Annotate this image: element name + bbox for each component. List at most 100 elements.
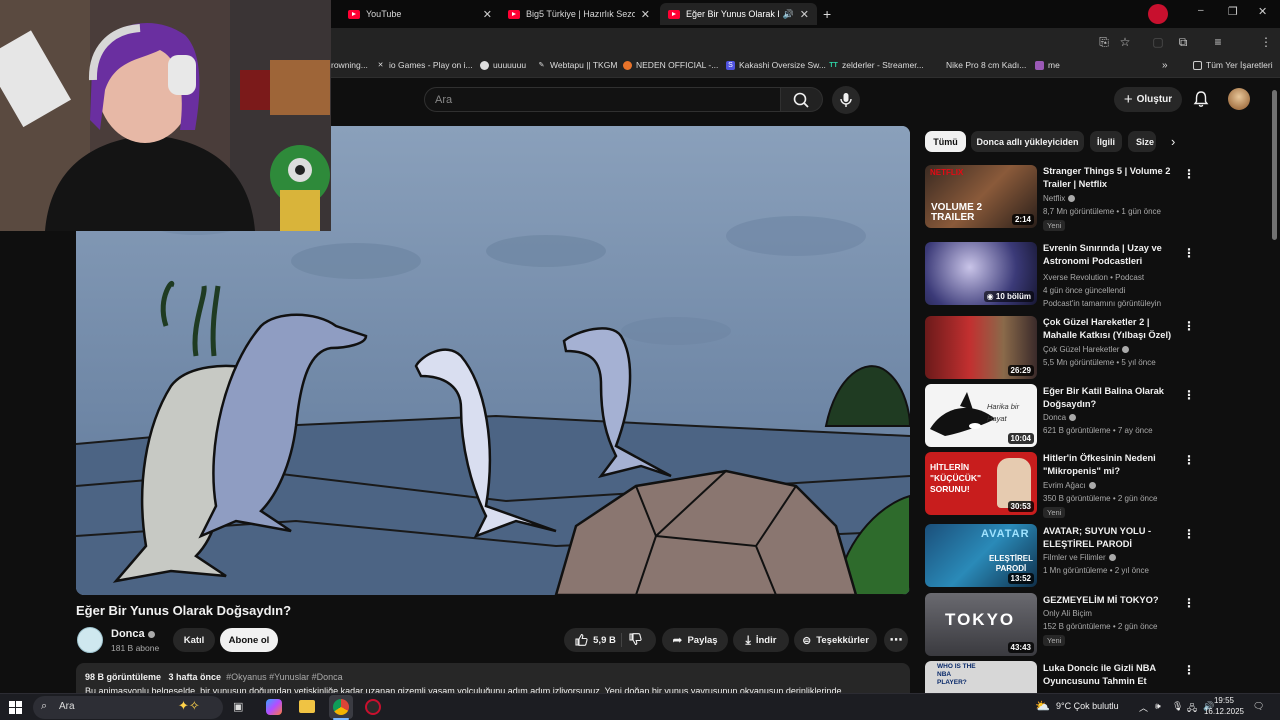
bookmark-item[interactable]: rowning... xyxy=(331,60,368,70)
bookmark-item[interactable]: uuuuuuu xyxy=(480,60,526,70)
video-thumbnail[interactable]: WHO IS THE NBA PLAYER? xyxy=(925,661,1037,693)
extensions-puzzle-icon[interactable]: ⧉ xyxy=(1175,34,1191,50)
video-thumbnail[interactable]: NETFLIX VOLUME 2 TRAILER 2:14 xyxy=(925,165,1037,228)
download-button[interactable]: ⤓ İndir xyxy=(733,628,789,652)
bookmark-item[interactable]: Nike Pro 8 cm Kadı... xyxy=(946,60,1026,70)
chip-from-uploader[interactable]: Donca adlı yükleyiciden xyxy=(971,131,1084,152)
notifications-bell-icon[interactable] xyxy=(1192,90,1210,108)
chip-related[interactable]: İlgili xyxy=(1090,131,1122,152)
subscribe-button[interactable]: Abone ol xyxy=(220,628,278,652)
recommendation-item[interactable]: ◉ 10 bölüm Evrenin Sınırında | Uzay ve A… xyxy=(925,242,1265,308)
more-vertical-icon[interactable]: ⋮ xyxy=(1183,596,1195,610)
account-avatar[interactable] xyxy=(1228,88,1250,110)
view-full-podcast-link[interactable]: Podcast'in tamamını görüntüleyin xyxy=(1043,299,1161,308)
all-bookmarks-folder[interactable]: Tüm Yer İşaretleri xyxy=(1193,60,1273,70)
file-explorer-icon[interactable] xyxy=(299,700,315,713)
more-vertical-icon[interactable]: ⋮ xyxy=(1183,167,1195,181)
network-icon[interactable]: 🖧 xyxy=(1187,701,1197,717)
weather-text[interactable]: 9°C Çok bulutlu xyxy=(1056,701,1119,711)
video-thumbnail[interactable]: HİTLERİN "KÜÇÜCÜK" SORUNU! 30:53 xyxy=(925,452,1037,515)
extension-disabled-icon[interactable]: ▢ xyxy=(1150,34,1166,50)
bookmark-item[interactable]: S Kakashi Oversize Sw... xyxy=(726,60,826,70)
close-tab-icon[interactable]: ✕ xyxy=(483,8,492,21)
video-title: Eğer Bir Katil Balina Olarak Doğsaydın? xyxy=(1043,386,1164,409)
clock-date[interactable]: 16.12.2025 xyxy=(1203,707,1245,716)
bookmark-star-icon[interactable]: ☆ xyxy=(1117,34,1133,50)
bookmark-item[interactable]: ✎ Webtapu || TKGM xyxy=(537,60,618,70)
more-vertical-icon[interactable]: ⋮ xyxy=(1183,663,1195,677)
recommendation-item[interactable]: NETFLIX VOLUME 2 TRAILER 2:14 Stranger T… xyxy=(925,165,1265,231)
close-window-icon[interactable]: ✕ xyxy=(1258,5,1267,18)
more-actions-button[interactable]: ⋯ xyxy=(884,628,908,652)
copilot-icon[interactable] xyxy=(266,699,282,715)
close-tab-icon[interactable]: ✕ xyxy=(800,8,809,21)
video-thumbnail[interactable]: TOKYO 43:43 xyxy=(925,593,1037,656)
video-channel: Çok Güzel Hareketler xyxy=(1043,345,1130,354)
obs-app-icon[interactable] xyxy=(365,699,381,715)
bookmark-item[interactable]: NEDEN OFFICIAL -... xyxy=(623,60,718,70)
voice-search-button[interactable] xyxy=(832,86,860,114)
channel-name[interactable]: Donca xyxy=(111,628,155,640)
recommendation-item[interactable]: Harika bir Hayat 10:04 Eğer Bir Katil Ba… xyxy=(925,384,1265,448)
tab-youtube[interactable]: YouTube ✕ xyxy=(340,3,500,25)
browser-menu-icon[interactable]: ⋮ xyxy=(1258,34,1274,50)
more-vertical-icon[interactable]: ⋮ xyxy=(1183,319,1195,333)
close-tab-icon[interactable]: ✕ xyxy=(641,8,650,21)
search-button[interactable] xyxy=(781,87,823,112)
extension-logo-icon[interactable] xyxy=(1148,4,1168,24)
recommendation-item[interactable]: TOKYO 43:43 GEZMEYELİM Mİ TOKYO? Only Al… xyxy=(925,593,1265,657)
podcast-thumbnail[interactable]: ◉ 10 bölüm xyxy=(925,242,1037,305)
windows-start-icon[interactable] xyxy=(9,701,22,714)
clock-time[interactable]: 19:55 xyxy=(1207,696,1241,705)
video-thumbnail[interactable]: AVATAR ELEŞTİREL PARODİ 13:52 xyxy=(925,524,1037,587)
create-button[interactable]: + Oluştur xyxy=(1114,87,1182,112)
microphone-tray-icon[interactable]: 🎙 xyxy=(1172,701,1183,712)
more-vertical-icon[interactable]: ⋮ xyxy=(1183,246,1195,260)
channel-avatar[interactable] xyxy=(77,627,103,653)
chrome-taskbar-button[interactable] xyxy=(329,695,353,719)
chip-all[interactable]: Tümü xyxy=(925,131,966,152)
chips-next-chevron-icon[interactable]: › xyxy=(1171,134,1175,149)
tab-current-video[interactable]: Eğer Bir Yunus Olarak Doğ 🔊 ✕ xyxy=(660,3,817,25)
subscriber-count: 181 B abone xyxy=(111,643,160,653)
podcast-icon: ◉ xyxy=(986,292,996,301)
weather-cloud-icon[interactable]: ⛅ xyxy=(1035,699,1050,713)
speaker-icon[interactable]: 🕪 xyxy=(1155,701,1161,712)
thanks-button[interactable]: ⊜ Teşekkürler xyxy=(794,628,877,652)
audio-playing-icon[interactable]: 🔊 xyxy=(783,9,794,20)
chip-for-you[interactable]: Size xyxy=(1128,131,1156,152)
tray-expand-icon[interactable]: ︿ xyxy=(1139,701,1148,714)
video-thumbnail[interactable]: 26:29 xyxy=(925,316,1037,379)
taskbar-search-label: Ara xyxy=(59,701,75,712)
task-view-icon[interactable]: ▣ xyxy=(233,700,243,713)
more-bookmarks-icon[interactable]: » xyxy=(1162,60,1168,71)
notifications-icon[interactable]: 🗨 xyxy=(1253,701,1264,712)
restore-window-icon[interactable]: ❐ xyxy=(1228,5,1238,18)
video-thumbnail[interactable]: Harika bir Hayat 10:04 xyxy=(925,384,1037,447)
bookmark-label: me xyxy=(1048,60,1060,70)
tab-big5[interactable]: Big5 Türkiye | Hazırlık Sezonu - ✕ xyxy=(500,3,658,25)
recommendation-item[interactable]: 26:29 Çok Güzel Hareketler 2 | Mahalle K… xyxy=(925,316,1265,380)
channel-text: Evrim Ağacı xyxy=(1043,481,1086,490)
dislike-button[interactable] xyxy=(628,632,646,648)
share-button[interactable]: ➦ Paylaş xyxy=(662,628,728,652)
join-button[interactable]: Katıl xyxy=(173,628,215,652)
taskbar-search-box[interactable]: ⌕ Ara ✦✧ xyxy=(33,696,223,719)
search-input[interactable]: Ara xyxy=(424,87,781,112)
new-tab-button[interactable]: + xyxy=(823,6,831,22)
bookmark-item[interactable]: ✕ io Games - Play on i... xyxy=(376,60,473,70)
media-control-icon[interactable]: ≡ xyxy=(1210,34,1226,50)
more-vertical-icon[interactable]: ⋮ xyxy=(1183,527,1195,541)
bookmark-item[interactable]: me xyxy=(1035,60,1060,70)
recommendation-item[interactable]: AVATAR ELEŞTİREL PARODİ 13:52 AVATAR; SU… xyxy=(925,524,1265,588)
more-vertical-icon[interactable]: ⋮ xyxy=(1183,388,1195,402)
hashtags[interactable]: #Okyanus #Yunuslar #Donca xyxy=(226,672,343,682)
recommendation-item[interactable]: WHO IS THE NBA PLAYER? Luka Doncic ile G… xyxy=(925,661,1265,693)
bookmark-item[interactable]: TT zelderler - Streamer... xyxy=(829,60,924,70)
install-app-icon[interactable]: ⎘ xyxy=(1096,34,1112,50)
minimize-window-icon[interactable]: – xyxy=(1198,5,1204,16)
page-scrollbar[interactable] xyxy=(1272,90,1277,240)
more-vertical-icon[interactable]: ⋮ xyxy=(1183,453,1195,467)
recommendation-item[interactable]: HİTLERİN "KÜÇÜCÜK" SORUNU! 30:53 Hitler'… xyxy=(925,452,1265,518)
gamepad-icon: ✕ xyxy=(377,61,384,69)
